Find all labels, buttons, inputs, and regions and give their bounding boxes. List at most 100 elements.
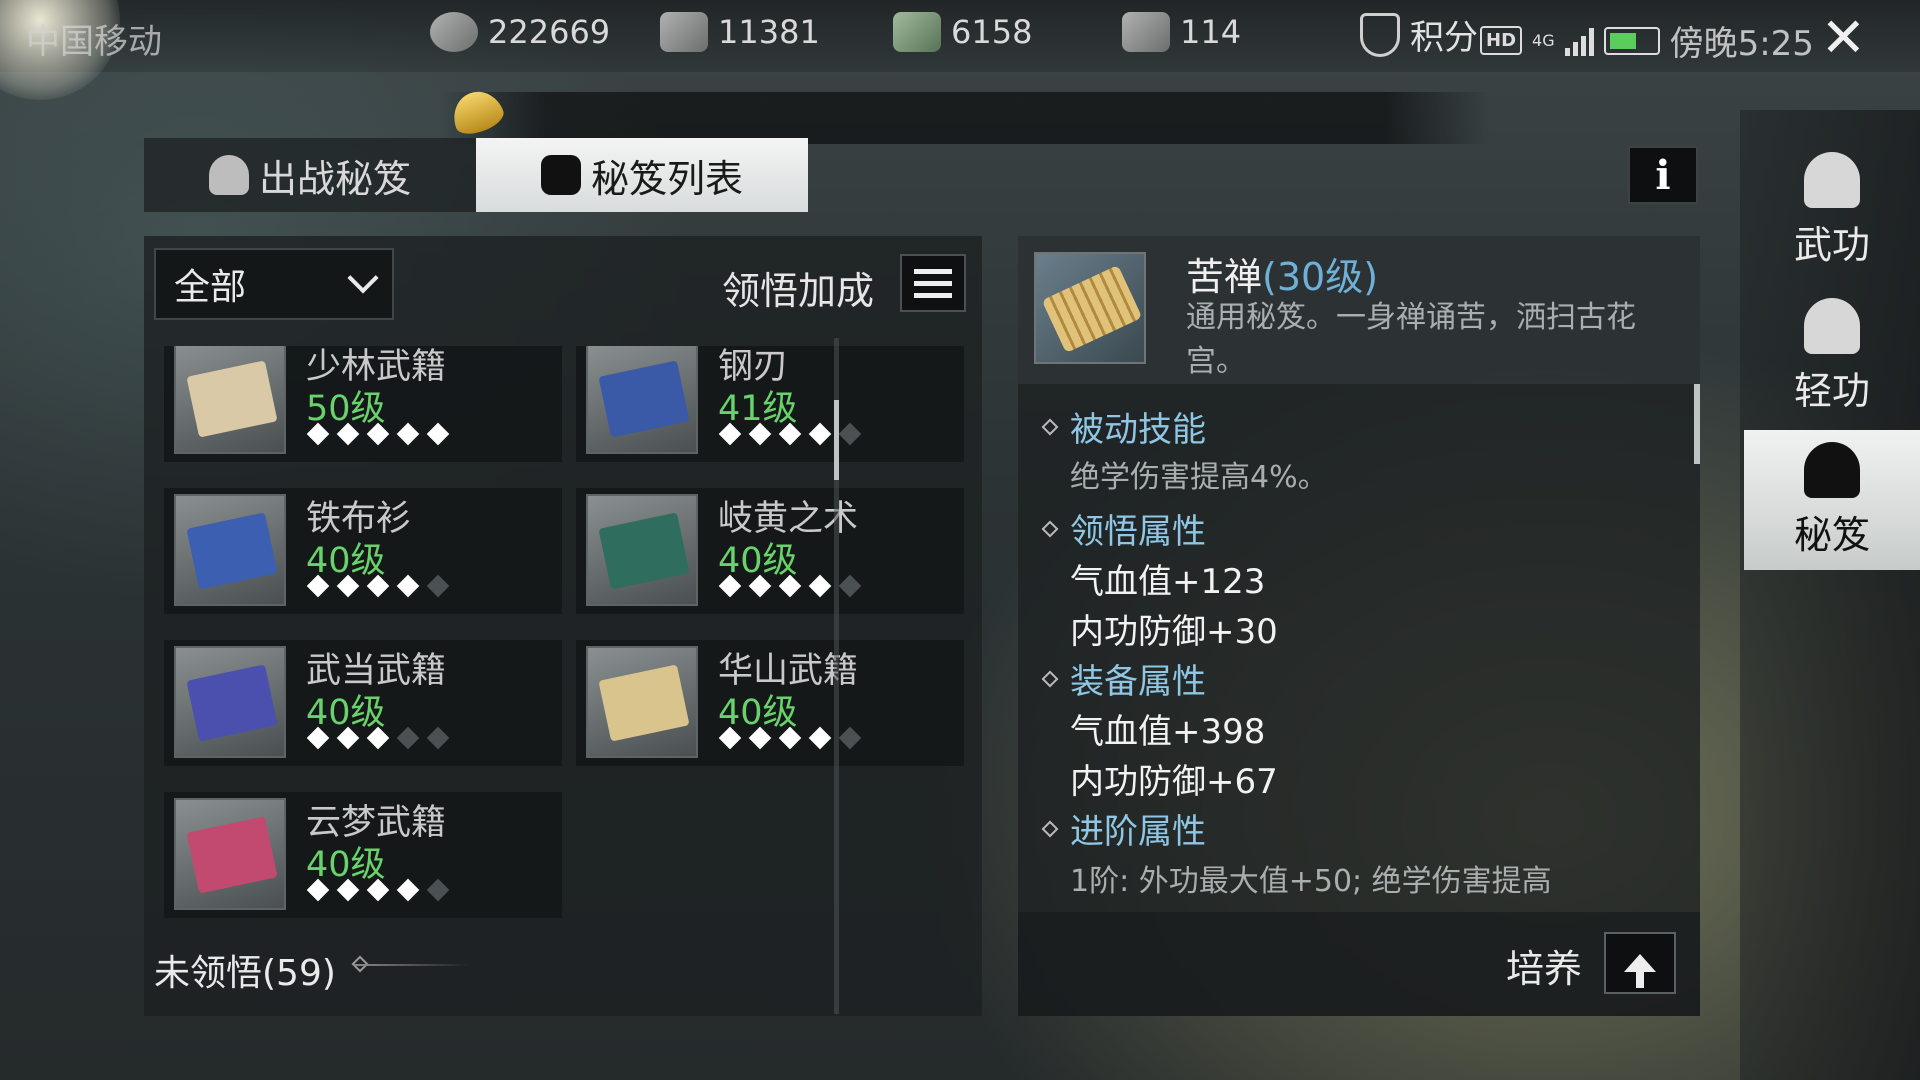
attribute-line: 气血值+398: [1070, 712, 1266, 752]
attribute-line: 气血值+123: [1070, 562, 1266, 602]
side-nav: 武功 轻功 秘笈: [1740, 110, 1920, 1080]
resource-silver[interactable]: 222669: [430, 12, 610, 52]
section-equip-attrs: 装备属性: [1041, 654, 1206, 703]
cultivate-button[interactable]: [1604, 932, 1676, 994]
detail-title: 苦禅(30级): [1186, 246, 1378, 301]
section-title: 领悟属性: [1070, 512, 1206, 552]
detail-footer: 培养: [1018, 912, 1700, 1016]
star-empty-icon: [396, 726, 420, 750]
star-filled-icon: [366, 422, 390, 446]
star-rating: [306, 574, 450, 598]
silver-coin-icon: [430, 12, 478, 52]
resource-value: 114: [1180, 13, 1242, 51]
detail-manual-name: 苦禅: [1186, 255, 1263, 299]
divider: [354, 964, 469, 966]
star-filled-icon: [748, 726, 772, 750]
star-filled-icon: [748, 422, 772, 446]
filter-dropdown[interactable]: 全部: [154, 248, 394, 320]
jade-plus-icon: [893, 12, 941, 52]
cultivate-label: 培养: [1506, 947, 1583, 991]
manual-icon: [540, 155, 581, 195]
nav-label: 秘笈: [1793, 512, 1870, 557]
detail-manual-level: (30级): [1262, 255, 1379, 299]
star-rating: [306, 726, 450, 750]
manual-thumbnail: [586, 646, 698, 758]
ingot-plus-icon: [660, 12, 708, 52]
star-filled-icon: [366, 726, 390, 750]
star-filled-icon: [426, 422, 450, 446]
manual-detail-panel: 苦禅(30级) 通用秘笈。一身禅诵苦，洒扫古花宫。 被动技能 绝学伤害提高4%。…: [1018, 236, 1700, 1016]
attribute-line: 绝学伤害提高4%。: [1070, 460, 1328, 495]
star-filled-icon: [808, 726, 832, 750]
star-filled-icon: [396, 422, 420, 446]
unlearned-count[interactable]: 未领悟(59): [154, 944, 336, 996]
nav-martial-arts[interactable]: 武功: [1744, 140, 1920, 280]
manual-card[interactable]: 少林武籍 50级: [164, 346, 562, 462]
tab-manual-list[interactable]: 秘笈列表: [476, 138, 808, 212]
manual-list-panel: 全部 领悟加成 少林武籍 50级 钢刃 41级 铁布衫 40级 岐黄之术 40级: [144, 236, 982, 1016]
diamond-icon: [1041, 520, 1059, 537]
resource-value: 6158: [951, 13, 1033, 51]
close-icon[interactable]: ✕: [1821, 6, 1866, 69]
detail-header: 苦禅(30级) 通用秘笈。一身禅诵苦，洒扫古花宫。: [1018, 236, 1700, 384]
lightness-skill-icon: [1804, 297, 1860, 354]
manual-card[interactable]: 武当武籍 40级: [164, 640, 562, 766]
star-filled-icon: [778, 726, 802, 750]
section-title: 进阶属性: [1070, 812, 1206, 852]
manual-thumbnail: [586, 494, 698, 606]
section-title: 被动技能: [1070, 410, 1206, 450]
detail-scroll-thumb[interactable]: [1694, 384, 1700, 464]
diamond-icon: [1041, 820, 1059, 837]
shield-icon: [1360, 12, 1400, 57]
manual-card[interactable]: 岐黄之术 40级: [576, 488, 964, 614]
star-filled-icon: [336, 878, 360, 902]
scroll-icon: [1041, 264, 1143, 354]
header-banner: [440, 92, 1490, 144]
star-filled-icon: [336, 422, 360, 446]
resource-gold[interactable]: 114: [1122, 12, 1241, 52]
star-filled-icon: [396, 878, 420, 902]
star-filled-icon: [808, 574, 832, 598]
section-comprehension-attrs: 领悟属性: [1041, 504, 1206, 553]
nav-label: 轻功: [1793, 368, 1870, 413]
comprehension-bonus-label: 领悟加成: [722, 269, 875, 313]
nav-lightness-skill[interactable]: 轻功: [1744, 286, 1920, 426]
resource-ingot[interactable]: 11381: [660, 12, 820, 52]
section-advance-attrs: 进阶属性: [1041, 804, 1206, 853]
manual-card[interactable]: 云梦武籍 40级: [164, 792, 562, 918]
diamond-icon: [1041, 670, 1059, 687]
status-bar: 中国移动 222669 11381 6158 114 积分 HD 4G 傍晚5:…: [0, 0, 1920, 100]
section-passive-skill: 被动技能: [1041, 402, 1206, 451]
tab-label: 出战秘笈: [258, 156, 411, 201]
star-filled-icon: [748, 574, 772, 598]
attribute-list[interactable]: 被动技能 绝学伤害提高4%。 领悟属性 气血值+123 内功防御+30 装备属性…: [1018, 386, 1700, 904]
manual-card[interactable]: 华山武籍 40级: [576, 640, 964, 766]
arrow-up-icon: [1624, 954, 1656, 988]
manual-grid: 少林武籍 50级 钢刃 41级 铁布衫 40级 岐黄之术 40级 武当武籍 40…: [164, 346, 964, 922]
score-button[interactable]: 积分: [1360, 10, 1478, 59]
martial-arts-icon: [1804, 151, 1860, 208]
list-view-button[interactable]: [900, 254, 966, 312]
manual-thumbnail: [1034, 252, 1146, 364]
tab-bar: 出战秘笈 秘笈列表: [144, 138, 808, 212]
star-filled-icon: [336, 574, 360, 598]
manual-thumbnail: [174, 646, 286, 758]
nav-manuals[interactable]: 秘笈: [1744, 430, 1920, 570]
tab-deployed-manuals[interactable]: 出战秘笈: [144, 138, 476, 212]
star-empty-icon: [838, 726, 862, 750]
star-filled-icon: [778, 574, 802, 598]
manual-card[interactable]: 铁布衫 40级: [164, 488, 562, 614]
attribute-line: 内功防御+67: [1070, 762, 1278, 802]
star-filled-icon: [306, 726, 330, 750]
signal-icon: [1564, 26, 1594, 56]
network-label: 4G: [1532, 31, 1555, 50]
info-button[interactable]: i: [1628, 146, 1698, 204]
star-filled-icon: [306, 422, 330, 446]
list-scroll-thumb[interactable]: [834, 400, 839, 480]
battery-icon: [1603, 26, 1660, 55]
manual-thumbnail: [174, 494, 286, 606]
star-filled-icon: [718, 422, 742, 446]
manual-card[interactable]: 钢刃 41级: [576, 346, 964, 462]
star-filled-icon: [718, 726, 742, 750]
resource-jade[interactable]: 6158: [893, 12, 1032, 52]
